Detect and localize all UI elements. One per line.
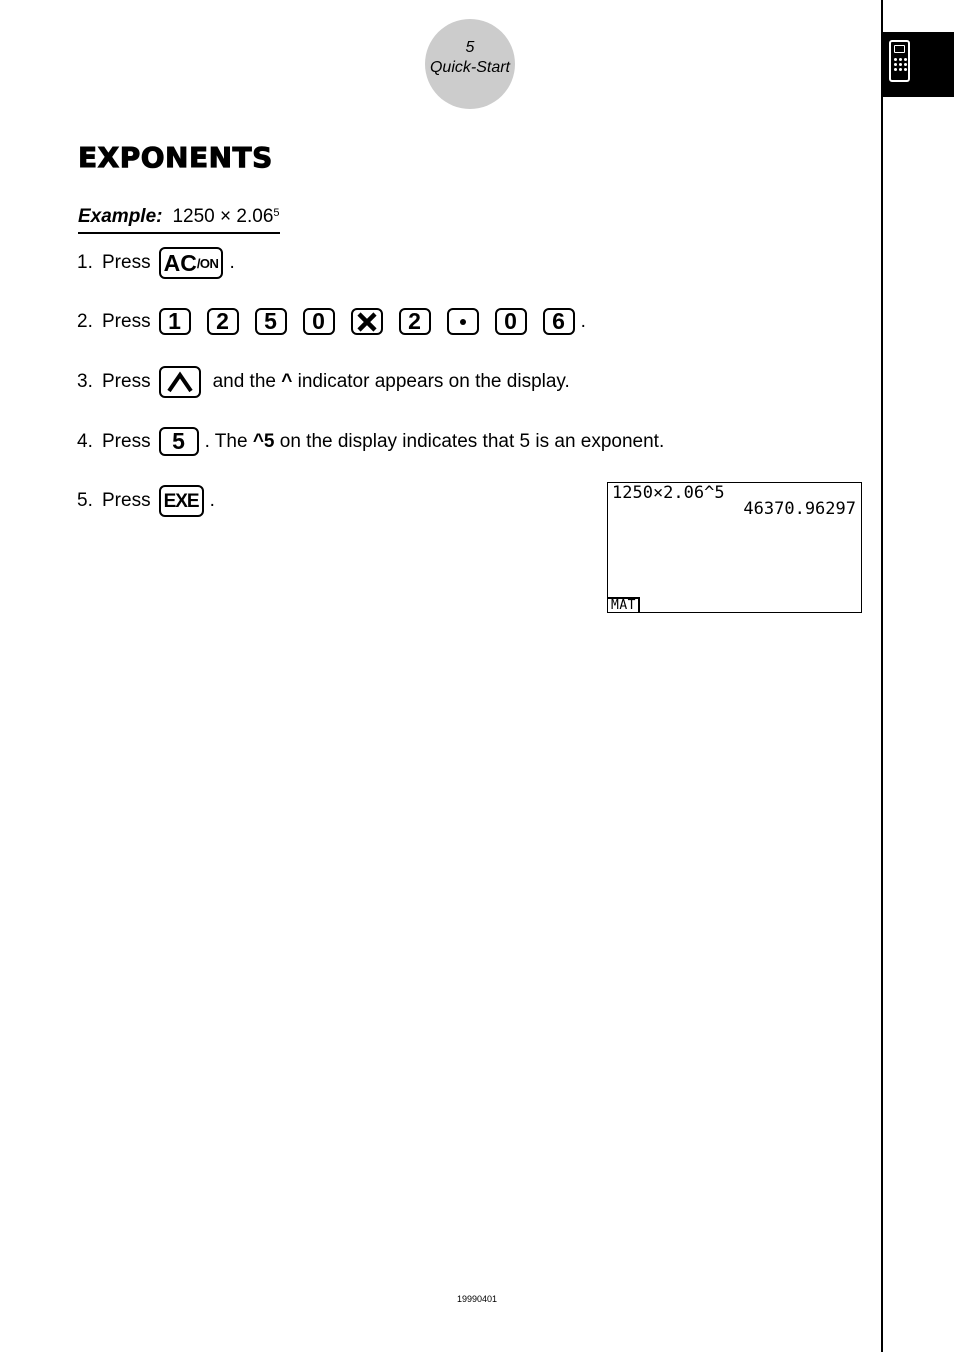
- step-3: 3. Press and the ^ indicator appears on …: [77, 366, 570, 398]
- step-number: 3.: [77, 371, 93, 392]
- step-text: .: [209, 490, 215, 511]
- step-number: 1.: [77, 252, 93, 273]
- step-text: Press: [102, 371, 151, 392]
- page-number: 5: [465, 39, 475, 56]
- example-exponent: 5: [273, 207, 280, 219]
- display-input-line: 1250×2.06^5: [612, 483, 725, 503]
- key-1: 1: [158, 308, 191, 335]
- example-label: Example:: [78, 206, 163, 227]
- decimal-point-key: [446, 308, 479, 335]
- page-badge: 5 Quick-Start: [425, 19, 515, 109]
- step-text: Press: [102, 310, 151, 332]
- calculator-display: 1250×2.06^5 46370.96297 MAT: [607, 482, 862, 613]
- key-2: 2: [206, 308, 239, 335]
- step-number: 4.: [77, 430, 93, 452]
- step-text: .: [580, 310, 586, 332]
- text: on the display indicates that 5 is an ex…: [274, 430, 665, 452]
- calculator-icon: [889, 40, 910, 82]
- footer-code: 19990401: [456, 1294, 498, 1304]
- text: and the: [212, 371, 282, 392]
- display-result-line: 46370.96297: [743, 499, 856, 519]
- page-title: EXPONENTS: [78, 141, 273, 175]
- step-2: 2. Press 1 2 5 0 2 0 6 .: [77, 308, 586, 335]
- key-label: /ON: [196, 255, 219, 271]
- step-text: .: [229, 252, 235, 273]
- power-key: [158, 366, 201, 398]
- example-expression: 1250 × 2.06: [172, 206, 274, 227]
- step-4: 4. Press 5 . The ^5 on the display indic…: [77, 427, 664, 456]
- step-number: 5.: [77, 490, 93, 511]
- key-label: AC: [163, 249, 197, 276]
- multiply-key: [350, 308, 383, 335]
- function-menu-tab: MAT: [608, 597, 640, 612]
- text: ^: [281, 371, 293, 392]
- key-0: 0: [494, 308, 527, 335]
- key-5: 5: [254, 308, 287, 335]
- multiply-icon: [356, 311, 377, 332]
- key-5: 5: [158, 427, 199, 456]
- example-heading: Example: 1250 × 2.065: [78, 206, 280, 234]
- caret-icon: [166, 371, 193, 393]
- text: indicator appears on the display.: [292, 371, 570, 392]
- margin-rule: [881, 0, 883, 1352]
- decimal-point-icon: [459, 318, 466, 325]
- key-6: 6: [542, 308, 575, 335]
- exe-key: EXE: [158, 485, 204, 517]
- step-1: 1. Press AC/ON .: [77, 247, 235, 279]
- step-text: Press: [102, 430, 151, 452]
- step-number: 2.: [77, 310, 93, 332]
- step-text: Press: [102, 490, 151, 511]
- step-text: . The ^5 on the display indicates that 5…: [205, 431, 665, 453]
- section-name: Quick-Start: [429, 59, 510, 76]
- text: . The: [204, 430, 253, 452]
- step-5: 5. Press EXE .: [77, 485, 215, 517]
- text: ^5: [252, 430, 275, 452]
- key-2: 2: [398, 308, 431, 335]
- key-0: 0: [302, 308, 335, 335]
- step-text: and the ^ indicator appears on the displ…: [213, 371, 570, 393]
- step-text: Press: [102, 252, 151, 273]
- ac-on-key: AC/ON: [158, 247, 224, 279]
